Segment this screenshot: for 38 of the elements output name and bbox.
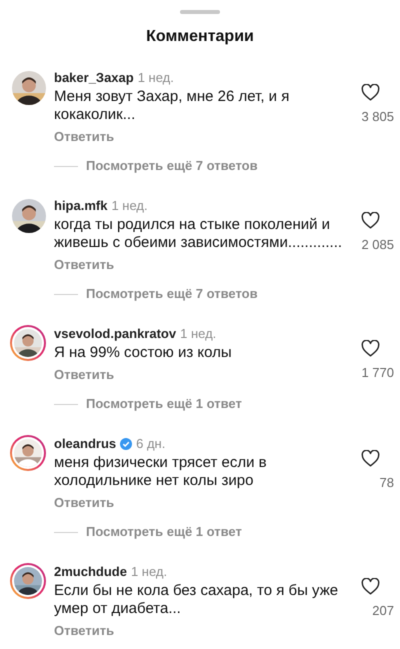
comment-text: Если бы не кола без сахара, то я бы уже умер от диабета... bbox=[54, 582, 340, 618]
username[interactable]: oleandrus bbox=[54, 435, 116, 453]
username[interactable]: hipa.mfk bbox=[54, 197, 108, 215]
heart-icon[interactable] bbox=[361, 212, 380, 229]
drag-handle[interactable] bbox=[180, 10, 220, 14]
heart-icon[interactable] bbox=[361, 578, 380, 595]
reply-link[interactable]: Ответить bbox=[54, 256, 114, 274]
heart-icon[interactable] bbox=[361, 450, 380, 467]
view-replies-link[interactable]: Посмотреть ещё 1 ответ bbox=[86, 523, 242, 541]
heart-icon[interactable] bbox=[361, 84, 380, 101]
heart-icon[interactable] bbox=[361, 340, 380, 357]
comment-time: 6 дн. bbox=[136, 435, 166, 453]
reply-link[interactable]: Ответить bbox=[54, 622, 114, 640]
story-ring[interactable] bbox=[10, 563, 46, 599]
view-replies-link[interactable]: Посмотреть ещё 1 ответ bbox=[86, 395, 242, 413]
sheet-title: Комментарии bbox=[145, 27, 255, 47]
reply-link[interactable]: Ответить bbox=[54, 366, 114, 384]
like-count: 1 770 bbox=[361, 365, 394, 381]
story-ring[interactable] bbox=[10, 325, 46, 361]
comment-time: 1 нед. bbox=[138, 69, 174, 87]
username[interactable]: 2muchdude bbox=[54, 563, 127, 581]
view-replies-link[interactable]: Посмотреть ещё 7 ответов bbox=[86, 157, 258, 175]
like-count: 2 085 bbox=[361, 237, 394, 253]
comment-time: 1 нед. bbox=[111, 197, 148, 215]
reply-link[interactable]: Ответить bbox=[54, 494, 114, 512]
view-replies-link[interactable]: Посмотреть ещё 7 ответов bbox=[86, 285, 258, 303]
comment-text: Меня зовут Захар, мне 26 лет, и я кокаколик... bbox=[54, 88, 290, 124]
reply-link[interactable]: Ответить bbox=[54, 128, 114, 146]
like-count: 207 bbox=[372, 603, 394, 619]
username[interactable]: baker_Захар bbox=[54, 69, 134, 87]
like-count: 78 bbox=[380, 475, 394, 491]
username[interactable]: vsevolod.pankratov bbox=[54, 325, 176, 343]
like-count: 3 805 bbox=[361, 109, 394, 125]
comment-text: когда ты родился на стыке поколений и живешь с обеими зависимостями............. bbox=[54, 216, 344, 252]
comment-text: меня физически трясет если в холодильнике нет колы зиро bbox=[54, 454, 268, 490]
comment-text: Я на 99% состою из колы bbox=[54, 344, 232, 362]
comment-time: 1 нед. bbox=[180, 325, 216, 343]
comment-time: 1 нед. bbox=[130, 563, 168, 581]
